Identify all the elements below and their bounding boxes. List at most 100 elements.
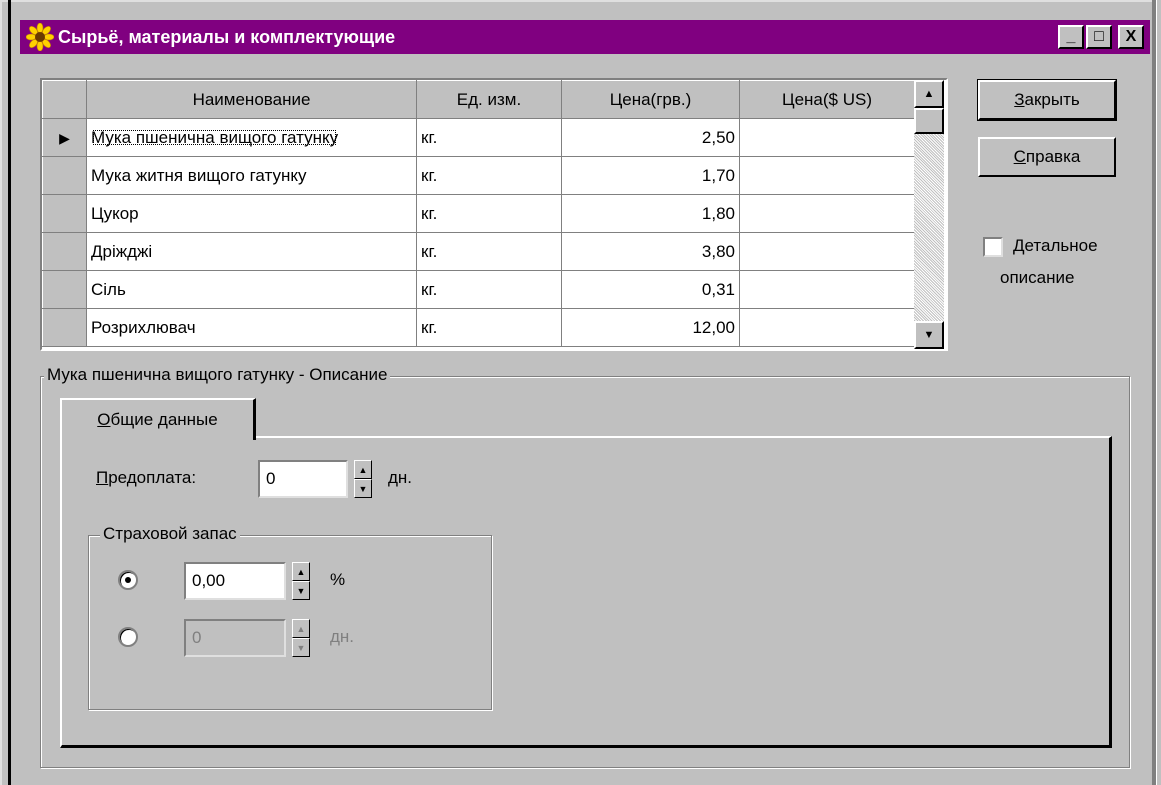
prepay-label-text: редоплата: <box>108 468 197 487</box>
table-row[interactable]: Розрихлювач кг. 12,00 <box>42 308 915 347</box>
cell-price-usd[interactable] <box>739 156 915 195</box>
scroll-thumb[interactable] <box>914 108 944 134</box>
cell-unit[interactable]: кг. <box>416 270 562 309</box>
safety-days-unit: дн. <box>330 627 355 646</box>
cell-price-uah[interactable]: 12,00 <box>561 308 740 347</box>
column-header-price-usd[interactable]: Цена($ US) <box>739 80 915 119</box>
column-header-name[interactable]: Наименование <box>86 80 417 119</box>
spin-down-icon[interactable]: ▼ <box>292 581 310 600</box>
cell-name[interactable]: Розрихлювач <box>86 308 417 347</box>
cell-unit[interactable]: кг. <box>416 194 562 233</box>
safety-percent-unit: % <box>330 570 346 589</box>
tab-hotkey: О <box>97 410 111 429</box>
window-edge-right-outer <box>1156 0 1161 785</box>
detail-label-rest: етальное <box>1024 236 1098 255</box>
column-header-price-uah[interactable]: Цена(грв.) <box>561 80 740 119</box>
triangle-up-icon: ▲ <box>923 88 935 100</box>
cell-price-usd[interactable] <box>739 118 915 157</box>
cell-price-uah[interactable]: 1,70 <box>561 156 740 195</box>
detail-description-checkbox[interactable] <box>983 237 1003 257</box>
grid-vertical-scrollbar[interactable]: ▲ ▼ <box>914 80 944 349</box>
tab-general-data[interactable]: Общие данные <box>60 398 256 440</box>
cell-unit[interactable]: кг. <box>416 156 562 195</box>
safety-stock-title: Страховой запас <box>100 524 240 544</box>
materials-table: Наименование Ед. изм. Цена(грв.) Цена($ … <box>42 80 915 347</box>
title-bar[interactable]: Сырьё, материалы и комплектующие _ □ X <box>20 20 1150 54</box>
cell-price-usd[interactable] <box>739 194 915 233</box>
prepay-hotkey: П <box>96 468 109 487</box>
spin-up-icon[interactable]: ▲ <box>292 619 310 638</box>
cell-unit[interactable]: кг. <box>416 232 562 271</box>
spin-down-icon[interactable]: ▼ <box>292 638 310 657</box>
row-indicator[interactable] <box>42 232 87 271</box>
row-indicator[interactable] <box>42 194 87 233</box>
safety-stock-groupbox <box>88 535 492 710</box>
maximize-button[interactable]: □ <box>1086 25 1112 49</box>
table-row[interactable]: Сіль кг. 0,31 <box>42 270 915 309</box>
cell-name[interactable]: Мука пшенична вищого гатунку <box>86 118 417 157</box>
spin-up-icon[interactable]: ▲ <box>354 460 372 479</box>
cell-name[interactable]: Цукор <box>86 194 417 233</box>
row-indicator[interactable] <box>42 270 87 309</box>
scroll-down-button[interactable]: ▼ <box>914 321 944 349</box>
prepay-spinner[interactable]: ▲ ▼ <box>354 460 372 498</box>
column-header-unit[interactable]: Ед. изм. <box>416 80 562 119</box>
cell-price-uah[interactable]: 2,50 <box>561 118 740 157</box>
cell-unit[interactable]: кг. <box>416 308 562 347</box>
cell-name-text: Мука пшенична вищого гатунку <box>91 127 339 147</box>
help-button-hotkey: С <box>1013 147 1026 166</box>
row-indicator[interactable] <box>42 308 87 347</box>
close-button-hotkey: З <box>1014 90 1025 109</box>
row-indicator-header <box>42 80 87 119</box>
close-icon: X <box>1125 28 1137 45</box>
detail-description-label-line2[interactable]: описание <box>1000 268 1074 288</box>
row-indicator[interactable]: ▶ <box>42 118 87 157</box>
close-button[interactable]: Закрыть <box>977 79 1117 121</box>
cell-price-uah[interactable]: 1,80 <box>561 194 740 233</box>
cell-price-usd[interactable] <box>739 308 915 347</box>
window-title: Сырьё, материалы и комплектующие <box>58 26 396 47</box>
close-button-label: акрыть <box>1024 90 1080 109</box>
cell-unit[interactable]: кг. <box>416 118 562 157</box>
table-row[interactable]: Цукор кг. 1,80 <box>42 194 915 233</box>
prepay-label: Предоплата: <box>96 468 196 488</box>
tab-label: бщие данные <box>110 410 218 429</box>
detail-description-label-line1[interactable]: Детальное <box>1013 236 1098 256</box>
detail-hotkey: Д <box>1013 236 1025 255</box>
cell-price-uah[interactable]: 0,31 <box>561 270 740 309</box>
safety-days-spinner[interactable]: ▲ ▼ <box>292 619 310 657</box>
cell-price-usd[interactable] <box>739 232 915 271</box>
spin-down-icon[interactable]: ▼ <box>354 479 372 498</box>
cell-name[interactable]: Дріжджі <box>86 232 417 271</box>
cell-name[interactable]: Сіль <box>86 270 417 309</box>
cell-price-uah[interactable]: 3,80 <box>561 232 740 271</box>
maximize-icon: □ <box>1094 28 1104 45</box>
materials-grid[interactable]: Наименование Ед. изм. Цена(грв.) Цена($ … <box>40 78 948 351</box>
description-groupbox-title: Мука пшенична вищого гатунку - Описание <box>44 365 391 385</box>
safety-percent-input[interactable]: 0,00 <box>184 562 286 600</box>
safety-percent-radio[interactable] <box>118 570 138 590</box>
spin-up-icon[interactable]: ▲ <box>292 562 310 581</box>
cell-name[interactable]: Мука житня вищого гатунку <box>86 156 417 195</box>
help-button[interactable]: Справка <box>978 137 1116 177</box>
table-header-row: Наименование Ед. изм. Цена(грв.) Цена($ … <box>42 80 915 119</box>
prepay-unit: дн. <box>388 468 413 487</box>
table-row[interactable]: Дріжджі кг. 3,80 <box>42 232 915 271</box>
current-row-arrow-icon: ▶ <box>59 129 70 146</box>
table-row[interactable]: Мука житня вищого гатунку кг. 1,70 <box>42 156 915 195</box>
minimize-button[interactable]: _ <box>1058 25 1084 49</box>
scroll-up-button[interactable]: ▲ <box>914 80 944 108</box>
prepay-input[interactable]: 0 <box>258 460 348 498</box>
sunflower-icon <box>26 23 54 51</box>
window-controls: _ □ X <box>1058 25 1144 49</box>
close-window-button[interactable]: X <box>1118 25 1144 49</box>
triangle-down-icon: ▼ <box>923 329 935 341</box>
help-button-label: правка <box>1025 147 1081 166</box>
table-row[interactable]: ▶ Мука пшенична вищого гатунку кг. 2,50 <box>42 118 915 157</box>
cell-price-usd[interactable] <box>739 270 915 309</box>
safety-days-input[interactable]: 0 <box>184 619 286 657</box>
safety-percent-spinner[interactable]: ▲ ▼ <box>292 562 310 600</box>
row-indicator[interactable] <box>42 156 87 195</box>
safety-days-radio[interactable] <box>118 627 138 647</box>
minimize-icon: _ <box>1066 28 1076 45</box>
